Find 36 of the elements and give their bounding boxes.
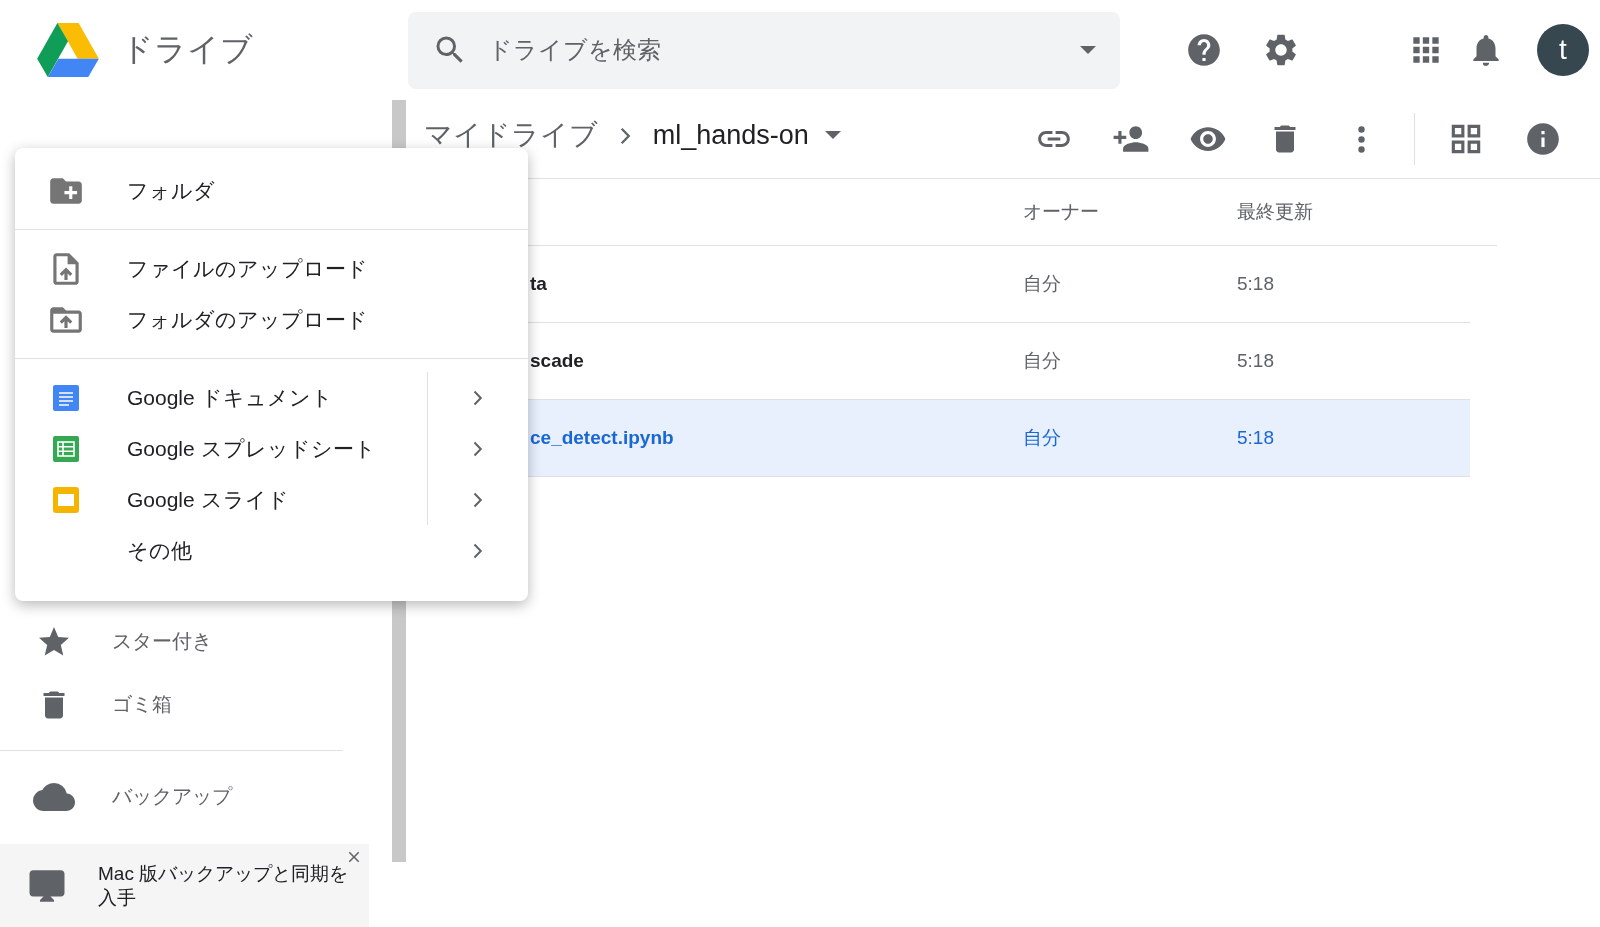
breadcrumb-item[interactable]: マイドライブ: [424, 116, 598, 154]
account-avatar[interactable]: t: [1537, 24, 1589, 76]
sidebar-item[interactable]: スター付き: [0, 610, 392, 673]
column-header[interactable]: 最終更新: [1235, 199, 1497, 225]
dropdown-icon: [824, 131, 841, 139]
breadcrumb-item[interactable]: ml_hands-on: [652, 119, 841, 151]
logo-icon: [37, 23, 99, 77]
menu-item[interactable]: その他: [15, 525, 528, 576]
sidebar-item[interactable]: ゴミ箱: [0, 673, 392, 736]
column-header[interactable]: オーナー: [1010, 199, 1235, 225]
sidebar-item[interactable]: バックアップ: [0, 765, 392, 828]
chevron-icon: [473, 542, 483, 559]
modified-cell: 5:18: [1237, 350, 1274, 372]
owner-cell-text: 自分: [1023, 349, 1061, 373]
file-name: scade: [530, 350, 584, 372]
chevron-icon: [473, 440, 483, 457]
search-field[interactable]: ドライブを検索: [408, 11, 1120, 89]
dropdown-icon: [1080, 46, 1096, 54]
chevron-icon: [473, 491, 483, 508]
more-icon: [1358, 125, 1365, 153]
app-title: ドライブ: [121, 30, 253, 69]
owner-cell-text: 自分: [1023, 426, 1061, 450]
promo-text[interactable]: Mac 版バックアップと同期を入手: [98, 861, 350, 910]
menu-item[interactable]: Google スライド: [15, 474, 528, 525]
owner-cell-text: 自分: [1023, 272, 1061, 296]
file-name: ce_detect.ipynb: [530, 427, 674, 449]
menu-item[interactable]: フォルダ: [15, 165, 528, 216]
chevron-icon: [620, 127, 631, 145]
spreadsheet-icon: [53, 435, 79, 462]
modified-cell: 5:18: [1237, 427, 1274, 449]
search-input[interactable]: ドライブを検索: [486, 35, 1062, 65]
document-icon: [53, 384, 79, 411]
file-name: ta: [530, 273, 547, 295]
modified-cell: 5:18: [1237, 273, 1274, 295]
slides-icon: [53, 486, 79, 513]
chevron-icon: [473, 389, 483, 406]
